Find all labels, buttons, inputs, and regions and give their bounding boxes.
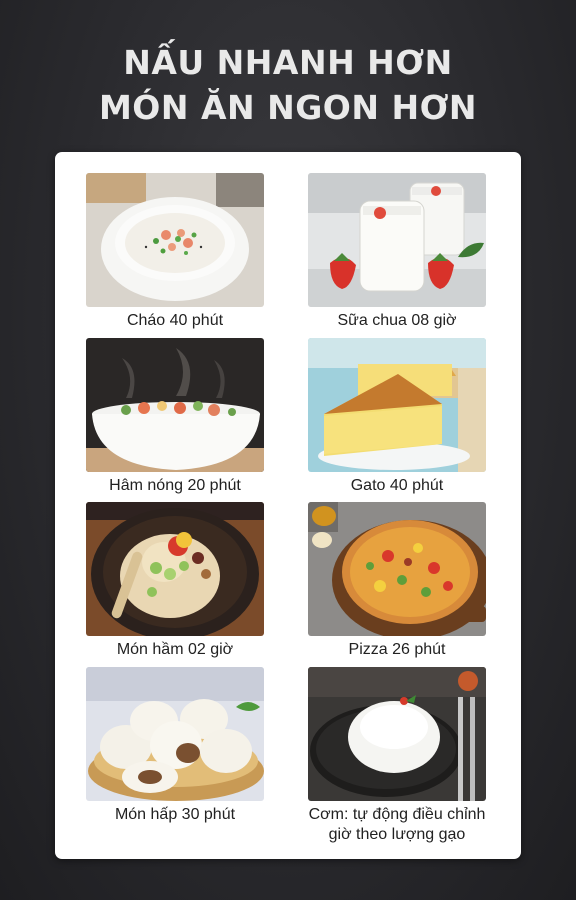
feature-card: Cháo 40 phút Sữa chua 08 giờ Hâm nóng 20…: [55, 152, 521, 859]
menu-item-rice: Cơm: tự động điều chỉnh giờ theo lượng g…: [308, 667, 486, 845]
reheat-photo: [86, 338, 264, 472]
menu-item-steamed: Món hấp 30 phút: [86, 667, 264, 825]
menu-item-yogurt: Sữa chua 08 giờ: [308, 173, 486, 331]
headline: NẤU NHANH HƠN MÓN ĂN NGON HƠN: [0, 40, 576, 130]
stew-caption: Món hầm 02 giờ: [116, 641, 234, 658]
pizza-photo: [308, 502, 486, 636]
headline-line-1: NẤU NHANH HƠN: [123, 43, 453, 82]
menu-item-pizza: Pizza 26 phút: [308, 502, 486, 660]
reheat-caption: Hâm nóng 20 phút: [109, 477, 241, 494]
rice-caption: Cơm: tự động điều chỉnh giờ theo lượng g…: [308, 806, 486, 843]
steamed-caption: Món hấp 30 phút: [114, 806, 236, 823]
porridge-photo: [86, 173, 264, 307]
porridge-caption: Cháo 40 phút: [126, 312, 224, 329]
pizza-caption: Pizza 26 phút: [348, 641, 446, 658]
menu-item-stew: Món hầm 02 giờ: [86, 502, 264, 660]
menu-item-reheat: Hâm nóng 20 phút: [86, 338, 264, 496]
rice-photo: [308, 667, 486, 801]
cake-caption: Gato 40 phút: [350, 477, 444, 494]
yogurt-caption: Sữa chua 08 giờ: [337, 312, 457, 329]
steamed-photo: [86, 667, 264, 801]
cake-photo: [308, 338, 486, 472]
yogurt-photo: [308, 173, 486, 307]
headline-line-2: MÓN ĂN NGON HƠN: [98, 88, 478, 127]
stew-photo: [86, 502, 264, 636]
menu-item-porridge: Cháo 40 phút: [86, 173, 264, 331]
menu-item-cake: Gato 40 phút: [308, 338, 486, 496]
